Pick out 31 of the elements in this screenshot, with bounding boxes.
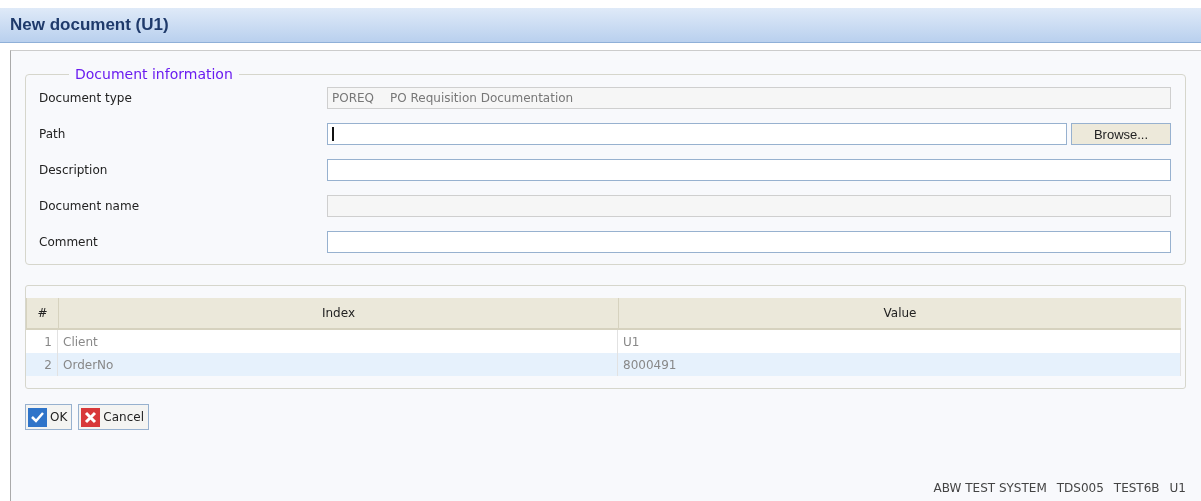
field-label: Document type xyxy=(39,91,133,105)
column-header[interactable]: Value xyxy=(618,298,1181,330)
field-label: Path xyxy=(39,127,67,141)
window-title: New document (U1) xyxy=(10,15,169,35)
cancel-button[interactable]: Cancel xyxy=(78,404,149,430)
status-text: TEST6B xyxy=(1113,481,1160,495)
row-number: 1 xyxy=(26,330,58,353)
field-label: Document name xyxy=(39,199,140,213)
browse-button[interactable]: Browse... xyxy=(1071,123,1171,145)
text-cursor xyxy=(332,127,334,141)
close-icon xyxy=(81,407,101,427)
status-text: TDS005 xyxy=(1056,481,1104,495)
status-text: ABW TEST SYSTEM xyxy=(933,481,1047,495)
field-label: Comment xyxy=(39,235,99,249)
input-field[interactable] xyxy=(327,231,1171,253)
table-cell: Client xyxy=(58,330,618,353)
status-text: U1 xyxy=(1169,481,1186,495)
field-label: Description xyxy=(39,163,109,177)
column-header[interactable]: Index xyxy=(58,298,618,330)
checkmark-icon xyxy=(28,407,47,427)
input-field[interactable] xyxy=(327,159,1171,181)
input-field[interactable] xyxy=(327,123,1067,145)
column-header[interactable]: # xyxy=(26,298,58,330)
row-number: 2 xyxy=(26,353,58,376)
table-cell: U1 xyxy=(618,330,1181,353)
field-code: POREQ xyxy=(332,91,375,105)
ok-button[interactable]: OK xyxy=(25,404,73,430)
field-value: PO Requisition Documentation xyxy=(390,91,574,105)
table-cell: OrderNo xyxy=(58,353,618,376)
group-legend: Document information xyxy=(69,66,239,82)
table-cell: 8000491 xyxy=(618,353,1181,376)
